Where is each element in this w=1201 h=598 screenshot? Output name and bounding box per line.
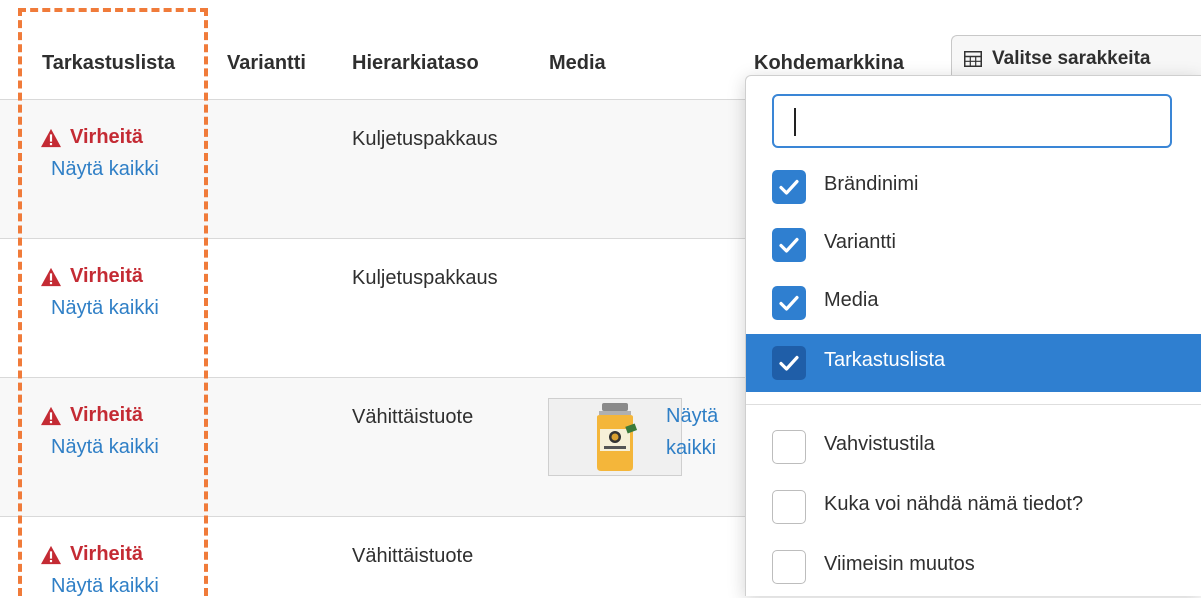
- check-icon: [779, 355, 799, 371]
- product-jar-image: [597, 403, 638, 471]
- checkbox-checked[interactable]: [772, 346, 806, 380]
- check-icon: [779, 295, 799, 311]
- show-all-link[interactable]: Näytä kaikki: [51, 297, 159, 320]
- error-label: Virheitä: [70, 404, 143, 426]
- checkbox-checked[interactable]: [772, 170, 806, 204]
- error-status: Virheitä: [40, 265, 143, 288]
- error-status: Virheitä: [40, 543, 143, 566]
- column-option-label: Tarkastuslista: [824, 349, 946, 371]
- column-option-label: Variantti: [824, 231, 896, 253]
- column-option-tarkastuslista[interactable]: Tarkastuslista: [746, 334, 1201, 392]
- table-icon: [964, 51, 982, 67]
- hierarchy-level: Vähittäistuote: [352, 406, 474, 428]
- select-columns-label: Valitse sarakkeita: [992, 48, 1151, 69]
- error-label: Virheitä: [70, 265, 143, 287]
- hierarchy-level: Vähittäistuote: [352, 545, 474, 567]
- header-hierarkiataso[interactable]: Hierarkiataso: [352, 52, 479, 75]
- warning-icon: [41, 545, 61, 564]
- header-variantti[interactable]: Variantti: [227, 52, 306, 75]
- checkbox-checked[interactable]: [772, 286, 806, 320]
- warning-icon: [41, 267, 61, 286]
- column-option-kuka-voi-nahda[interactable]: Kuka voi nähdä nämä tiedot?: [746, 478, 1201, 536]
- error-label: Virheitä: [70, 126, 143, 148]
- column-option-vahvistustila[interactable]: Vahvistustila: [746, 418, 1201, 476]
- column-chooser-dropdown: Brändinimi Variantti Media Tarkastuslist…: [745, 75, 1201, 596]
- checkbox-checked[interactable]: [772, 228, 806, 262]
- error-status: Virheitä: [40, 404, 143, 427]
- menu-divider: [746, 404, 1201, 405]
- column-option-label: Viimeisin muutos: [824, 553, 975, 575]
- header-media[interactable]: Media: [549, 52, 606, 75]
- checkbox-unchecked[interactable]: [772, 550, 806, 584]
- error-status: Virheitä: [40, 126, 143, 149]
- warning-icon: [41, 128, 61, 147]
- column-option-media[interactable]: Media: [746, 274, 1201, 332]
- media-show-all-link[interactable]: Näytä kaikki: [666, 400, 730, 464]
- column-search-input[interactable]: [772, 94, 1172, 148]
- column-option-label: Vahvistustila: [824, 433, 935, 455]
- warning-icon: [41, 406, 61, 425]
- column-option-label: Brändinimi: [824, 173, 919, 195]
- column-option-viimeisin-muutos[interactable]: Viimeisin muutos: [746, 538, 1201, 596]
- show-all-link[interactable]: Näytä kaikki: [51, 436, 159, 459]
- column-option-brandinimi[interactable]: Brändinimi: [746, 158, 1201, 216]
- error-label: Virheitä: [70, 543, 143, 565]
- text-cursor: [794, 108, 796, 136]
- column-option-label: Media: [824, 289, 879, 311]
- header-kohdemarkkina[interactable]: Kohdemarkkina: [754, 52, 904, 75]
- header-tarkastuslista[interactable]: Tarkastuslista: [42, 52, 175, 75]
- column-option-label: Kuka voi nähdä nämä tiedot?: [824, 493, 1084, 515]
- checkbox-unchecked[interactable]: [772, 490, 806, 524]
- check-icon: [779, 179, 799, 195]
- checkbox-unchecked[interactable]: [772, 430, 806, 464]
- check-icon: [779, 237, 799, 253]
- hierarchy-level: Kuljetuspakkaus: [352, 267, 498, 289]
- show-all-link[interactable]: Näytä kaikki: [51, 575, 159, 598]
- media-thumbnail[interactable]: [548, 398, 682, 476]
- show-all-link[interactable]: Näytä kaikki: [51, 158, 159, 181]
- hierarchy-level: Kuljetuspakkaus: [352, 128, 498, 150]
- column-option-variantti[interactable]: Variantti: [746, 216, 1201, 274]
